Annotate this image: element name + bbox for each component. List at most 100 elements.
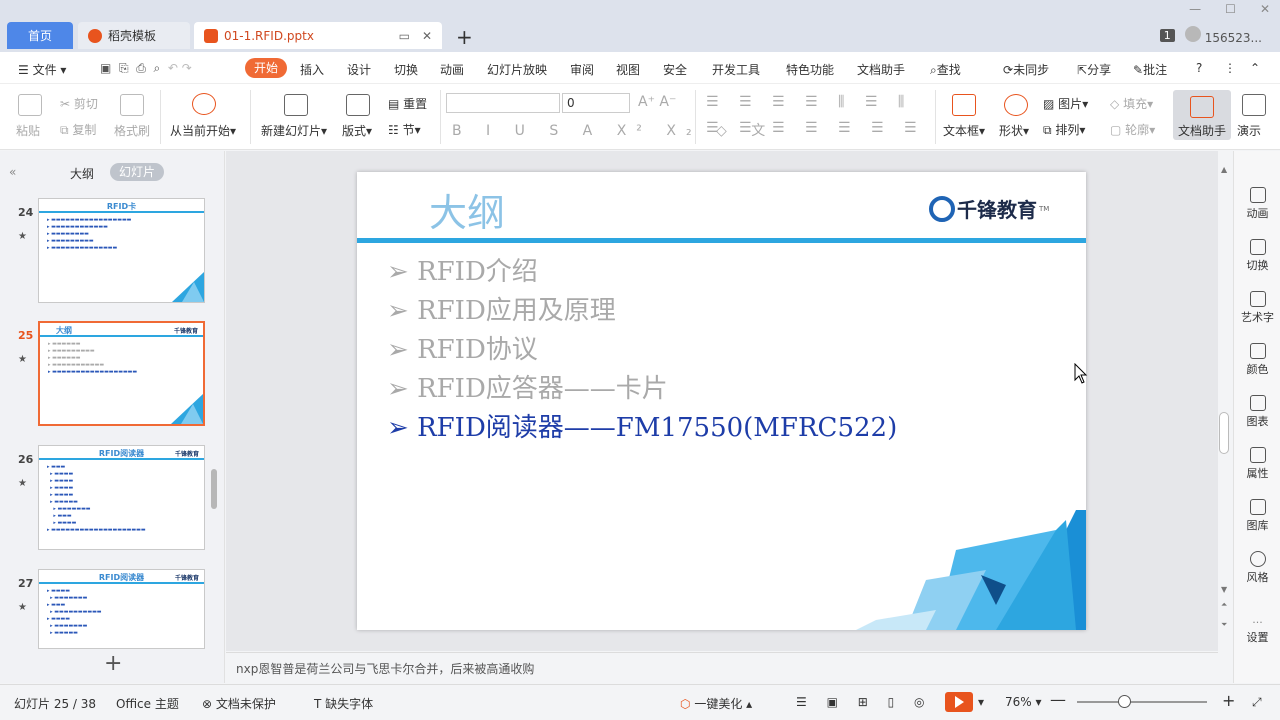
bullet-item[interactable]: ➢ RFID协议 [387, 329, 538, 366]
missing-font[interactable]: T 缺失字体 [314, 695, 373, 712]
format-painter-icon[interactable] [120, 94, 144, 116]
scroll-down-icon[interactable]: ▼ [1221, 585, 1227, 594]
rp-chart[interactable]: 图表 [1234, 395, 1280, 429]
tab-template[interactable]: 稻壳模板 [78, 22, 190, 49]
slide-title[interactable]: 大纲 [429, 182, 505, 237]
paste-button[interactable]: 粘贴 [16, 122, 40, 139]
paste-icon[interactable] [18, 94, 42, 116]
zoom-out-icon[interactable]: — [1050, 690, 1066, 709]
add-slide-button[interactable]: + [104, 651, 122, 676]
slide[interactable]: 大纲 千锋教育 TM ➢ RFID介绍 ➢ RFID应用及原理 ➢ RFID协议… [357, 172, 1086, 630]
menu-devtools[interactable]: 开发工具 [712, 61, 760, 78]
notes-pane[interactable]: nxp恩智普是荷兰公司与飞思卡尔合并，后来被高通收购 [226, 652, 1218, 683]
menu-design[interactable]: 设计 [347, 61, 371, 78]
undo-icon[interactable]: ↶ [168, 61, 178, 75]
textbox-icon[interactable] [952, 94, 976, 116]
font-size-select[interactable]: 0 [562, 93, 630, 113]
tab-slides[interactable]: 幻灯片 [110, 163, 164, 181]
canvas-scrollbar[interactable] [1219, 412, 1229, 454]
rp-animation[interactable]: 动画 [1234, 187, 1280, 221]
menu-search[interactable]: ⌕查找 [930, 61, 961, 78]
tab-file[interactable]: 01-1.RFID.pptx ▭ ✕ [194, 22, 442, 49]
menu-security[interactable]: 安全 [663, 61, 687, 78]
menu-review[interactable]: 审阅 [570, 61, 594, 78]
tab-outline[interactable]: 大纲 [70, 165, 94, 182]
view-mode-icons[interactable]: ☰ ▣ ⊞ ▯ ◎ [796, 695, 932, 709]
menu-annotate[interactable]: ✎批注 [1133, 61, 1167, 78]
bullet-item-current[interactable]: ➢ RFID阅读器——FM17550(MFRC522) [387, 407, 897, 444]
textbox-button[interactable]: 文本框▾ [943, 122, 985, 139]
rp-properties[interactable]: 属性 [1234, 447, 1280, 481]
from-current-button[interactable]: 从当前开始▾ [170, 122, 236, 139]
menu-file[interactable]: ☰ 文件 ▾ [18, 61, 66, 78]
save-icon[interactable]: ▣ [100, 61, 111, 75]
copy-button[interactable]: ⧉ 复制 [60, 121, 96, 138]
arrange-button[interactable]: ⧉ 排列▾ [1043, 121, 1085, 138]
zoom-slider[interactable] [1077, 701, 1207, 703]
list-indent-icons[interactable]: ☰ ☰ ☰ ☰ ⫼ ☰ ⫼ [706, 94, 912, 110]
play-from-current-icon[interactable] [192, 93, 216, 115]
picture-button[interactable]: ▨ 图片▾ [1043, 95, 1088, 112]
scroll-up-icon[interactable]: ▲ [1221, 165, 1227, 174]
slide-thumbnail[interactable]: RFID卡 ▸ ▬▬▬▬▬▬▬▬▬▬▬▬▬▬▬▬▬ ▸ ▬▬▬▬▬▬▬▬▬▬▬▬… [38, 198, 205, 303]
fit-window-icon[interactable]: ⤢ [1252, 695, 1262, 710]
beautify-button[interactable]: ⬡ 一键美化 ▴ [680, 695, 752, 712]
more-icon[interactable]: ⋮ [1224, 61, 1236, 75]
play-options-icon[interactable]: ▾ [978, 695, 984, 709]
play-slideshow-button[interactable] [945, 692, 973, 712]
theme-name[interactable]: Office 主题 [116, 695, 179, 712]
font-name-select[interactable] [446, 93, 560, 113]
float-window-icon[interactable]: ▭ [399, 29, 410, 43]
zoom-level[interactable]: 76% ▾ [1005, 695, 1042, 709]
close-tab-icon[interactable]: ✕ [422, 29, 432, 43]
menu-features[interactable]: 特色功能 [786, 61, 834, 78]
page-badge[interactable]: 1 [1159, 29, 1175, 42]
menu-animation[interactable]: 动画 [440, 61, 464, 78]
export-icon[interactable]: ⎘ [119, 61, 129, 75]
bullet-item[interactable]: ➢ RFID介绍 [387, 251, 538, 288]
collapse-panel-icon[interactable]: « [9, 165, 16, 179]
menu-docassist[interactable]: 文档助手 [857, 61, 905, 78]
user-account[interactable]: 156523... [1184, 26, 1262, 45]
rp-wordart[interactable]: 艺术字 [1234, 291, 1280, 325]
protect-status[interactable]: ⊗ 文档未保护 [202, 695, 276, 712]
maximize-icon[interactable]: ☐ [1225, 2, 1236, 16]
slide-thumbnail-selected[interactable]: 大纲 千锋教育 ▸ ▬▬▬▬▬▬ ▸ ▬▬▬▬▬▬▬▬▬ ▸ ▬▬▬▬▬▬ ▸ … [38, 321, 205, 426]
rp-transition[interactable]: 切换 [1234, 239, 1280, 273]
minimize-icon[interactable]: — [1189, 2, 1201, 16]
font-grow-shrink-icon[interactable]: A⁺ A⁻ [638, 94, 676, 110]
menu-insert[interactable]: 插入 [300, 61, 324, 78]
menu-start[interactable]: 开始 [245, 58, 287, 78]
layout-icon[interactable] [346, 94, 370, 116]
shape-button[interactable]: 形状▾ [999, 122, 1029, 139]
panel-scrollbar[interactable] [211, 469, 217, 509]
new-slide-button[interactable]: 新建幻灯片▾ [261, 122, 327, 139]
redo-icon[interactable]: ↷ [182, 61, 192, 75]
paragraph-align-icons[interactable]: ☰ ☰ ☰ ☰ ☰ ☰ ☰ [706, 120, 925, 136]
doc-assistant-button[interactable]: 文档助手 [1173, 90, 1231, 140]
rp-gallery[interactable]: 图库 [1234, 499, 1280, 533]
section-button[interactable]: ☷ 节▾ [388, 121, 421, 138]
zoom-slider-knob[interactable] [1118, 695, 1131, 708]
slide-thumbnail[interactable]: RFID阅读器 千锋教育 ▸ ▬▬▬ ▸ ▬▬▬▬ ▸ ▬▬▬▬ ▸ ▬▬▬▬ … [38, 445, 205, 550]
cut-button[interactable]: ✂ 剪切 [60, 95, 98, 112]
prev-slide-icon[interactable]: ⏶ [1221, 600, 1227, 610]
fill-button[interactable]: ◇ 填充▾ [1110, 95, 1153, 112]
menu-view[interactable]: 视图 [616, 61, 640, 78]
slide-thumbnail[interactable]: RFID阅读器 千锋教育 ▸ ▬▬▬▬ ▸ ▬▬▬▬▬▬▬ ▸ ▬▬▬ ▸ ▬▬… [38, 569, 205, 649]
rp-color[interactable]: 颜色 [1234, 343, 1280, 377]
zoom-in-icon[interactable]: + [1222, 691, 1235, 710]
layout-button[interactable]: 版式▾ [342, 122, 372, 139]
new-slide-icon[interactable] [284, 94, 308, 116]
next-slide-icon[interactable]: ⏷ [1221, 620, 1227, 630]
menu-slideshow[interactable]: 幻灯片放映 [487, 61, 547, 78]
rp-style[interactable]: 风格 [1234, 551, 1280, 585]
shape-icon[interactable] [1004, 94, 1028, 116]
rp-settings[interactable]: ··· 设置 [1234, 616, 1280, 645]
bullet-item[interactable]: ➢ RFID应用及原理 [387, 290, 616, 327]
print-icon[interactable]: ⎙ [136, 61, 146, 75]
close-window-icon[interactable]: ✕ [1260, 2, 1270, 16]
present-icon[interactable] [1242, 94, 1266, 116]
format-painter-button[interactable]: 格式刷 [114, 122, 150, 139]
tab-home[interactable]: 首页 [7, 22, 73, 49]
